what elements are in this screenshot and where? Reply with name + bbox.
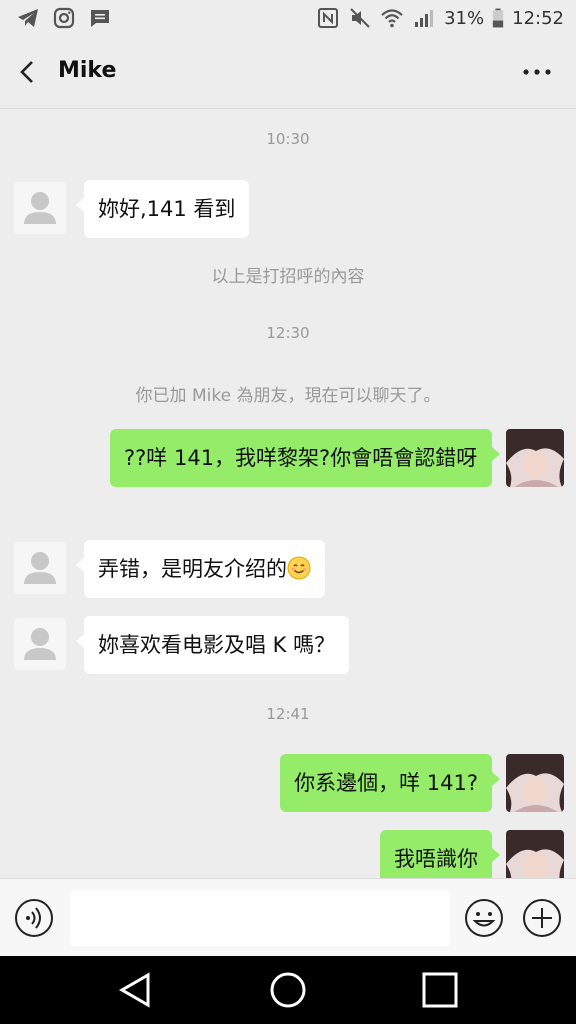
avatar[interactable] [14, 618, 66, 670]
nav-recents-icon[interactable] [420, 970, 460, 1010]
outgoing-message[interactable]: ??咩 141，我咩黎架?你會唔會認錯呀 [110, 429, 500, 487]
nav-back-icon[interactable] [116, 970, 156, 1010]
message-text: 弄错，是明友介绍的 [98, 557, 287, 581]
mute-icon [350, 8, 370, 28]
clock: 12:52 [512, 7, 564, 29]
profile-photo-icon [506, 830, 564, 878]
telegram-icon [18, 9, 38, 27]
outgoing-message[interactable]: 我唔識你 [380, 830, 500, 878]
battery-percent: 31% [444, 7, 485, 29]
avatar[interactable] [14, 182, 66, 234]
voice-icon[interactable] [14, 898, 54, 938]
status-bar: 31% 12:52 [0, 0, 576, 38]
incoming-message[interactable]: 妳喜欢看电影及唱 K 嗎？ [75, 616, 350, 674]
message-list[interactable]: 10:30 妳好,141 看到 以上是打招呼的內容 12:30 你已加 Mike… [0, 108, 576, 878]
smiling-emoji-icon [287, 556, 311, 580]
more-icon[interactable] [522, 60, 552, 84]
back-icon[interactable] [14, 58, 42, 86]
incoming-message[interactable]: 妳好,141 看到 [75, 180, 250, 238]
nfc-icon [318, 8, 339, 28]
user-placeholder-icon [24, 192, 56, 224]
my-avatar[interactable] [506, 754, 564, 812]
plus-icon[interactable] [522, 898, 562, 938]
my-avatar[interactable] [506, 429, 564, 487]
battery-icon [492, 8, 504, 28]
navigation-bar [0, 956, 576, 1024]
instagram-icon [53, 7, 75, 29]
wifi-icon [381, 9, 403, 28]
chat-header: Mike [0, 38, 576, 109]
user-placeholder-icon [24, 552, 56, 584]
system-message: 以上是打招呼的內容 [211, 267, 365, 287]
avatar[interactable] [14, 542, 66, 594]
outgoing-message[interactable]: 你系邊個，咩 141? [280, 754, 500, 812]
profile-photo-icon [506, 429, 564, 487]
my-avatar[interactable] [506, 830, 564, 878]
system-message: 你已加 Mike 為朋友，現在可以聊天了。 [135, 386, 441, 406]
signal-icon [415, 10, 434, 27]
chat-title: Mike [58, 58, 117, 83]
user-placeholder-icon [24, 628, 56, 660]
timestamp: 12:30 [266, 324, 310, 342]
incoming-message[interactable]: 弄错，是明友介绍的 [76, 540, 325, 598]
message-icon [91, 10, 109, 27]
smile-icon[interactable] [464, 898, 504, 938]
message-input[interactable] [70, 890, 450, 946]
timestamp: 10:30 [266, 130, 310, 148]
profile-photo-icon [506, 754, 564, 812]
input-bar [0, 878, 576, 957]
timestamp: 12:41 [266, 705, 310, 723]
nav-home-icon[interactable] [268, 970, 308, 1010]
